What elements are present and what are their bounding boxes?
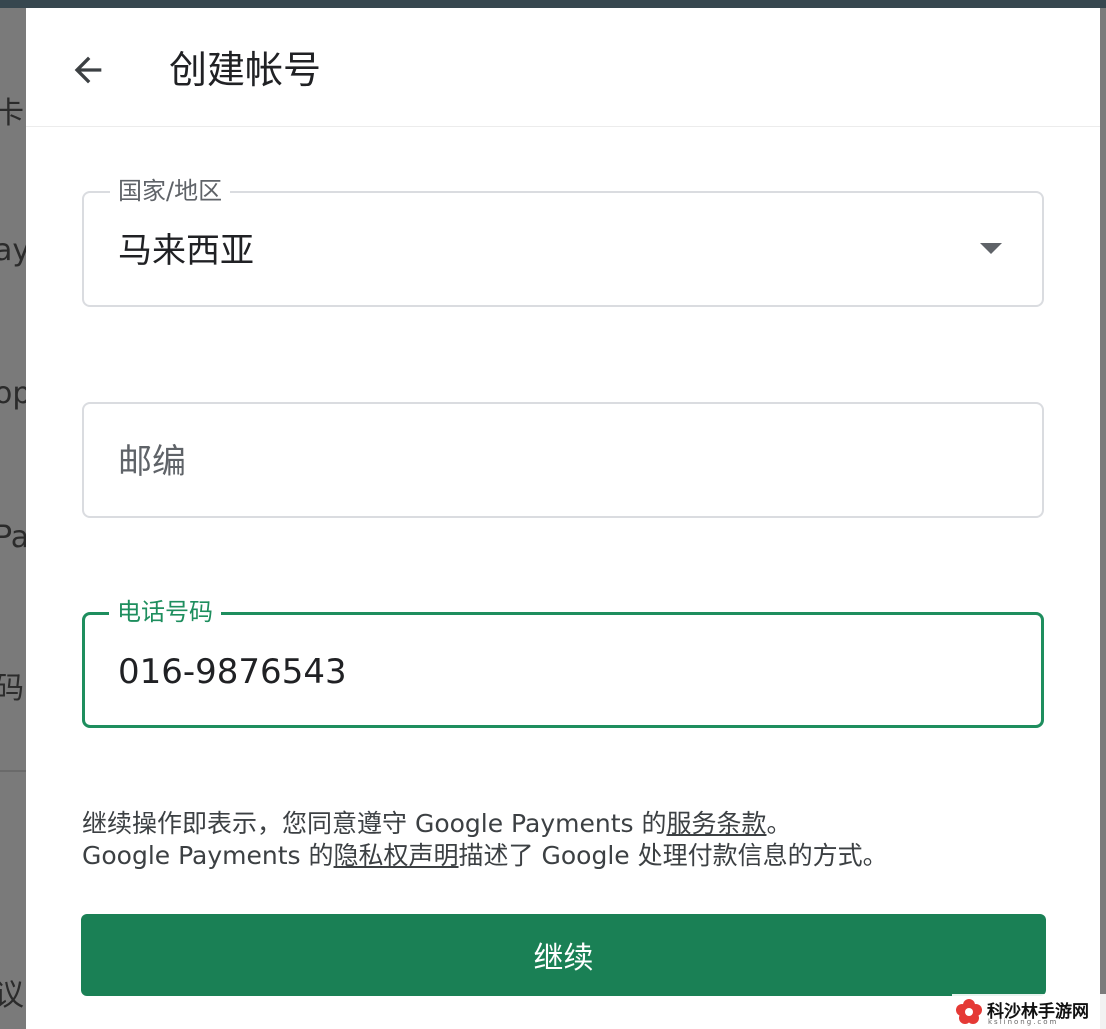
- background-text: 卡: [0, 96, 24, 131]
- background-text: Pa: [0, 520, 26, 555]
- top-status-bar: [0, 0, 1106, 8]
- postcode-field[interactable]: 邮编: [82, 402, 1044, 518]
- country-select[interactable]: 国家/地区 马来西亚: [82, 176, 1044, 307]
- background-text: 议: [0, 978, 24, 1013]
- caret-down-icon: [980, 243, 1002, 254]
- country-value: 马来西亚: [118, 231, 254, 271]
- privacy-notice-link[interactable]: 隐私权声明: [334, 841, 459, 870]
- dialog-header: 创建帐号: [26, 8, 1100, 127]
- terms-line2-text: Google Payments 的: [82, 841, 334, 870]
- site-watermark: 科沙林手游网 kslinong.com: [952, 994, 1106, 1029]
- background-divider: [0, 770, 26, 772]
- create-account-dialog: 创建帐号 国家/地区 马来西亚 邮编 电话号码 016-9876543 继续操作…: [26, 8, 1100, 1029]
- terms-line1-end: 。: [766, 809, 792, 838]
- background-page: 卡 ay op Pa 码 议: [0, 8, 26, 1029]
- phone-label: 电话号码: [109, 597, 221, 627]
- page-title: 创建帐号: [169, 48, 322, 92]
- terms-line1-text: 继续操作即表示，您同意遵守 Google Payments 的: [82, 809, 667, 838]
- terms-line2-end: 描述了 Google 处理付款信息的方式。: [458, 841, 888, 870]
- arrow-left-icon: [74, 56, 102, 84]
- background-text: op: [0, 376, 26, 411]
- back-button[interactable]: [64, 46, 112, 94]
- watermark-subtext: kslinong.com: [988, 1018, 1059, 1026]
- phone-value: 016-9876543: [118, 652, 347, 692]
- flower-logo-icon: [956, 998, 982, 1024]
- postcode-placeholder: 邮编: [118, 442, 186, 482]
- phone-field[interactable]: 电话号码 016-9876543: [82, 597, 1044, 728]
- terms-of-service-link[interactable]: 服务条款: [666, 809, 766, 838]
- country-label: 国家/地区: [110, 176, 231, 206]
- continue-button[interactable]: 继续: [81, 914, 1046, 996]
- terms-text: 继续操作即表示，您同意遵守 Google Payments 的服务条款。 Goo…: [82, 808, 1062, 872]
- background-text: ay: [0, 233, 26, 268]
- background-text: 码: [0, 671, 24, 706]
